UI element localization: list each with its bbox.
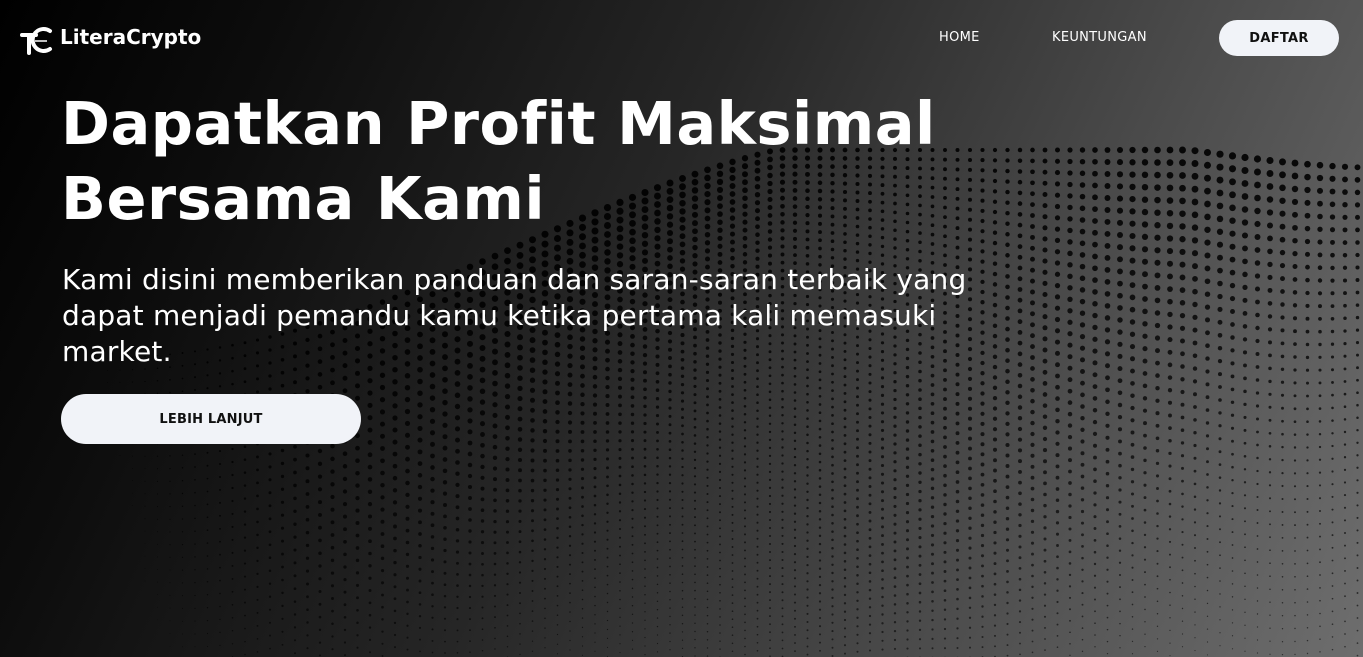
litera-crypto-logo-icon — [20, 27, 52, 55]
lebih-lanjut-button[interactable]: LEBIH LANJUT — [61, 394, 361, 444]
site-header: LiteraCrypto HOME KEUNTUNGAN DAFTAR — [0, 0, 1363, 76]
logo[interactable]: LiteraCrypto — [20, 22, 201, 58]
logo-text: LiteraCrypto — [60, 25, 202, 49]
nav-home-link[interactable]: HOME — [939, 30, 980, 45]
daftar-button[interactable]: DAFTAR — [1219, 20, 1339, 56]
hero-subtitle: Kami disini memberikan panduan dan saran… — [62, 263, 967, 368]
hero-title-line-1: Dapatkan Profit Maksimal — [61, 89, 936, 158]
landing-page: LiteraCrypto HOME KEUNTUNGAN DAFTAR Dapa… — [0, 0, 1363, 657]
nav-keuntungan-link[interactable]: KEUNTUNGAN — [1052, 30, 1147, 45]
hero-title: Dapatkan Profit Maksimal Bersama Kami — [61, 86, 961, 236]
hero-title-line-2: Bersama Kami — [61, 164, 546, 233]
